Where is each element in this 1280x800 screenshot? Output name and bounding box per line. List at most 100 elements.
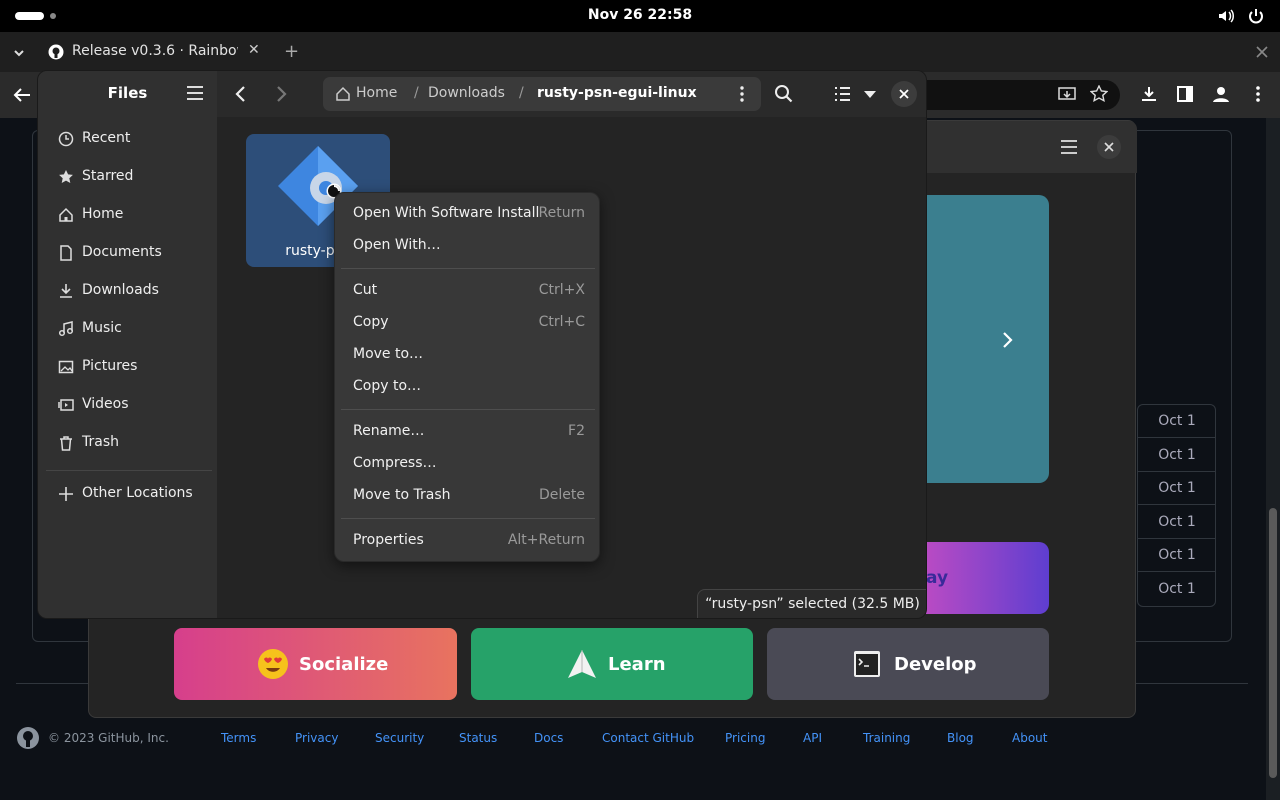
tab-list-chevron-icon[interactable] [12,46,26,60]
address-bar[interactable] [900,80,1120,110]
menu-item-compress[interactable]: Compress… [341,449,595,479]
sidebar-item-downloads[interactable]: Downloads [46,274,210,308]
footer-link-api[interactable]: API [803,731,822,745]
video-icon [58,399,74,411]
footer-link-security[interactable]: Security [375,731,424,745]
sidebar-item-pictures[interactable]: Pictures [46,350,210,384]
sidebar-item-recent[interactable]: Recent [46,122,210,156]
page-scrollbar[interactable] [1266,118,1280,800]
menu-item-properties[interactable]: Properties Alt+Return [341,526,595,556]
sidebar-item-label: Recent [82,130,131,146]
terminal-icon [854,651,880,677]
sidebar-item-starred[interactable]: Starred [46,160,210,194]
software-menu-icon[interactable] [1060,139,1078,155]
close-window-icon[interactable] [1255,45,1269,59]
footer-link-pricing[interactable]: Pricing [725,731,765,745]
menu-item-move-to-trash[interactable]: Move to Trash Delete [341,481,595,511]
browser-tab-bar: Release v0.3.6 · RainbowCookie32/rusty-p… [0,32,1280,72]
context-menu: Open With Software Install Return Open W… [334,192,600,562]
path-home[interactable]: Home [356,85,397,101]
browser-tab[interactable]: Release v0.3.6 · RainbowCookie32/rusty-p… [36,36,272,68]
menu-item-label: Properties [353,532,424,548]
menu-item-rename[interactable]: Rename… F2 [341,417,595,447]
menu-item-cut[interactable]: Cut Ctrl+X [341,276,595,306]
sidebar-item-label: Starred [82,168,134,184]
footer-link-contact[interactable]: Contact GitHub [602,731,694,745]
asset-date: Oct 1 [1158,581,1196,597]
software-close-button[interactable] [1097,135,1121,159]
sidebar-item-label: Home [82,206,124,222]
socialize-tile[interactable]: Socialize [174,628,457,700]
menu-item-label: Move to Trash [353,487,451,503]
featured-banner[interactable] [926,195,1049,483]
sidebar-item-trash[interactable]: Trash [46,426,210,460]
back-arrow-icon[interactable] [12,86,32,104]
picture-icon [58,360,74,374]
develop-tile[interactable]: Develop [767,628,1049,700]
list-view-icon[interactable] [827,79,857,109]
play-category-tile[interactable]: ay [926,542,1049,614]
github-logo-icon [48,44,64,60]
home-icon [336,86,350,101]
path-downloads[interactable]: Downloads [428,85,505,101]
path-current-folder[interactable]: rusty-psn-egui-linux [537,85,697,101]
menu-item-open-with[interactable]: Open With… [341,231,595,261]
path-bar[interactable]: Home / Downloads / rusty-psn-egui-linux [323,77,761,111]
sidebar-item-label: Music [82,320,122,336]
menu-item-label: Cut [353,282,378,298]
footer-link-about[interactable]: About [1012,731,1047,745]
plus-icon [59,487,73,501]
asset-date: Oct 1 [1138,404,1216,438]
clock-icon [58,131,74,147]
more-options-icon[interactable] [1250,85,1266,103]
menu-item-label: Copy to… [353,378,422,394]
install-app-icon[interactable] [1058,86,1076,104]
footer-link-docs[interactable]: Docs [534,731,563,745]
sidebar-item-documents[interactable]: Documents [46,236,210,270]
back-chevron-icon[interactable] [226,79,256,109]
menu-item-shortcut: Ctrl+C [538,314,585,330]
menu-item-label: Open With Software Install [353,205,540,221]
learn-tile[interactable]: Learn [471,628,753,700]
menu-item-move-to[interactable]: Move to… [341,340,595,370]
downloads-icon[interactable] [1140,85,1158,103]
forward-chevron-icon[interactable] [266,79,296,109]
menu-item-label: Copy [353,314,389,330]
menu-item-copy[interactable]: Copy Ctrl+C [341,308,595,338]
volume-icon[interactable] [1216,6,1236,26]
menu-item-open-with-software-install[interactable]: Open With Software Install Return [341,199,595,229]
footer-link-training[interactable]: Training [863,731,910,745]
asset-date: Oct 1 [1138,438,1216,472]
path-menu-icon[interactable] [735,85,749,103]
github-footer-logo-icon[interactable] [16,726,40,750]
close-tab-button[interactable]: ✕ [248,42,260,58]
sidebar-item-label: Downloads [82,282,159,298]
footer-link-status[interactable]: Status [459,731,497,745]
menu-item-copy-to[interactable]: Copy to… [341,372,595,402]
clock[interactable]: Nov 26 22:58 [0,7,1280,23]
new-tab-button[interactable]: + [284,41,299,62]
footer-link-privacy[interactable]: Privacy [295,731,338,745]
system-top-bar: Nov 26 22:58 [0,0,1280,32]
download-icon [60,284,72,298]
bookmark-star-icon[interactable] [1090,85,1108,103]
view-options-chevron-icon[interactable] [855,79,885,109]
files-close-button[interactable] [891,81,917,107]
sidebar-item-music[interactable]: Music [46,312,210,346]
power-icon[interactable] [1246,6,1266,26]
sidebar-item-other-locations[interactable]: Other Locations [46,477,210,511]
hamburger-menu-icon[interactable] [186,85,204,101]
scrollbar-thumb[interactable] [1269,508,1277,778]
footer-link-terms[interactable]: Terms [221,731,256,745]
menu-separator [341,409,595,410]
sidebar-item-home[interactable]: Home [46,198,210,232]
footer-link-blog[interactable]: Blog [947,731,974,745]
side-panel-icon[interactable] [1176,85,1194,103]
heart-eyes-emoji-icon [258,649,288,679]
chevron-right-icon[interactable] [1002,331,1014,349]
tab-title: Release v0.3.6 · RainbowCookie32/rusty-p… [72,43,238,59]
search-icon[interactable] [769,79,799,109]
sidebar-item-videos[interactable]: Videos [46,388,210,422]
document-icon [60,245,72,261]
profile-icon[interactable] [1212,85,1230,103]
